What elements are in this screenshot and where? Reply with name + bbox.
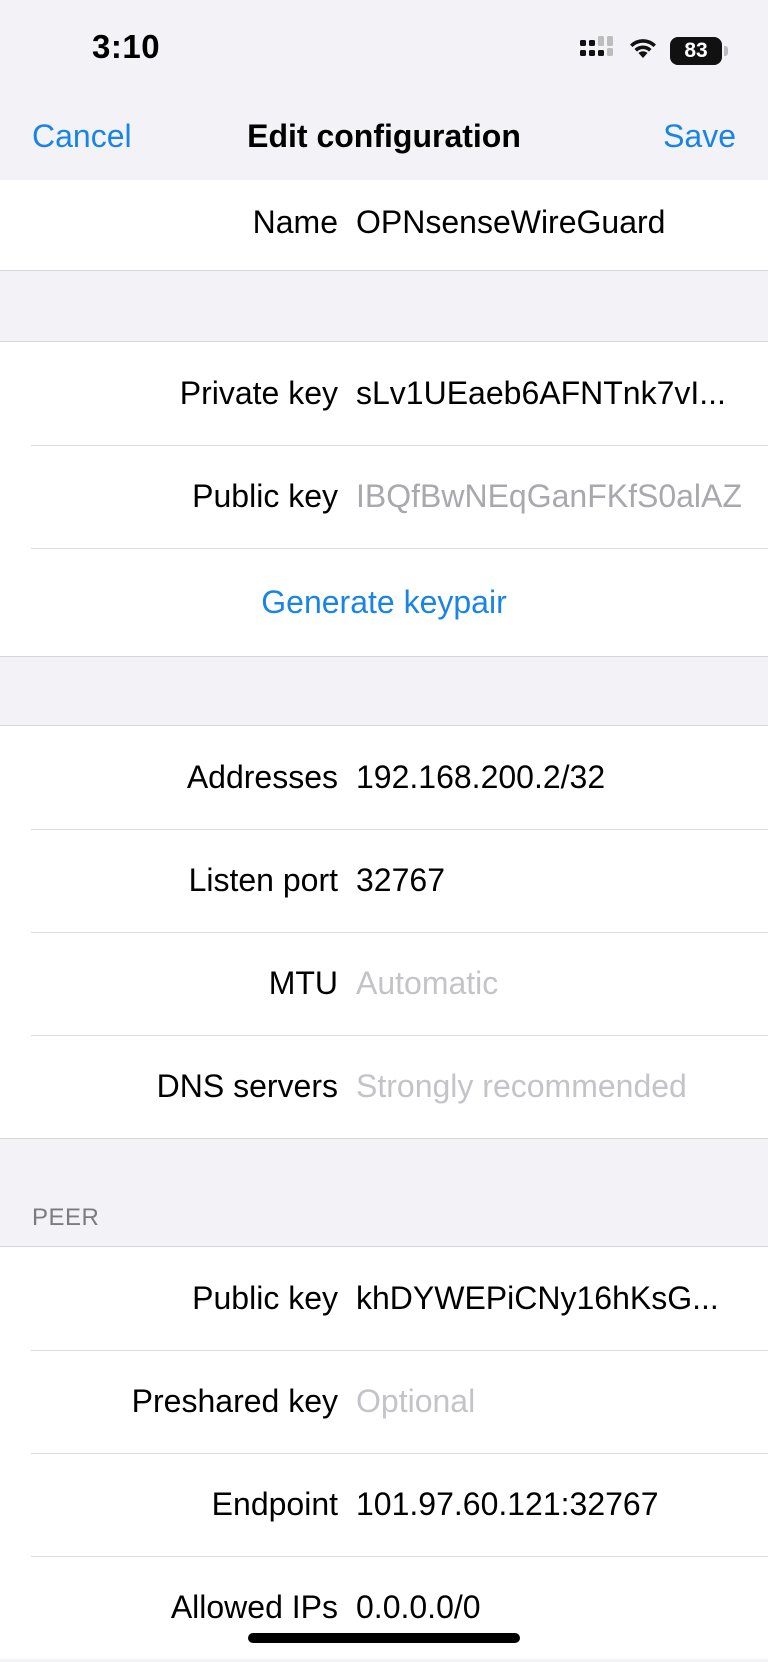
status-time: 3:10 [92,28,161,65]
addresses-field[interactable]: 192.168.200.2/32 [356,726,736,829]
private-key-row[interactable]: Private key sLv1UEaeb6AFNTnk7vI... [0,342,768,445]
public-key-row: Public key IBQfBwNEqGanFKfS0alAZ [0,445,768,548]
interface-section: Addresses 192.168.200.2/32 Listen port 3… [0,725,768,1139]
private-key-label: Private key [179,375,338,411]
public-key-label: Public key [192,478,338,514]
allowed-ips-label: Allowed IPs [170,1589,338,1625]
mtu-row[interactable]: MTU Automatic [0,932,768,1035]
dns-servers-label: DNS servers [156,1068,338,1104]
name-row[interactable]: Name OPNsenseWireGuard [0,180,768,270]
endpoint-field[interactable]: 101.97.60.121:32767 [356,1453,736,1556]
allowed-ips-field[interactable]: 0.0.0.0/0 [356,1556,736,1659]
peer-section: Public key khDYWEPiCNy16hKsG... Preshare… [0,1246,768,1659]
preshared-key-label: Preshared key [131,1383,338,1419]
listen-port-label: Listen port [188,862,338,898]
public-key-value: IBQfBwNEqGanFKfS0alAZ [356,478,742,514]
mtu-label: MTU [268,965,338,1001]
home-indicator[interactable] [248,1633,520,1643]
peer-public-key-label: Public key [192,1280,338,1316]
name-field[interactable]: OPNsenseWireGuard [356,180,736,270]
endpoint-row[interactable]: Endpoint 101.97.60.121:32767 [0,1453,768,1556]
save-button[interactable]: Save [663,118,736,155]
dns-servers-row[interactable]: DNS servers Strongly recommended [0,1035,768,1138]
allowed-ips-row[interactable]: Allowed IPs 0.0.0.0/0 [0,1556,768,1659]
page-title: Edit configuration [247,118,521,154]
addresses-row[interactable]: Addresses 192.168.200.2/32 [0,726,768,829]
name-label: Name [252,204,338,240]
dns-servers-field[interactable]: Strongly recommended [356,1035,736,1138]
peer-public-key-row[interactable]: Public key khDYWEPiCNy16hKsG... [0,1247,768,1350]
status-bar: 3:10 83 [0,0,768,90]
generate-keypair-row[interactable]: Generate keypair [0,548,768,656]
status-icons: 83 [580,36,728,65]
battery-icon: 83 [670,36,728,65]
generate-keypair-button[interactable]: Generate keypair [0,548,768,656]
peer-section-header: PEER [32,1204,100,1231]
listen-port-field[interactable]: 32767 [356,829,736,932]
nav-bar: Cancel Edit configuration Save [0,90,768,181]
endpoint-label: Endpoint [211,1486,338,1522]
cellular-signal-icon [580,36,616,65]
mtu-field[interactable]: Automatic [356,932,736,1035]
preshared-key-row[interactable]: Preshared key Optional [0,1350,768,1453]
preshared-key-field[interactable]: Optional [356,1350,736,1453]
addresses-label: Addresses [186,759,338,795]
name-section: Name OPNsenseWireGuard [0,180,768,271]
listen-port-row[interactable]: Listen port 32767 [0,829,768,932]
wifi-icon [628,36,658,65]
private-key-field[interactable]: sLv1UEaeb6AFNTnk7vI... [356,342,736,445]
peer-public-key-field[interactable]: khDYWEPiCNy16hKsG... [356,1247,736,1350]
keys-section: Private key sLv1UEaeb6AFNTnk7vI... Publi… [0,341,768,657]
